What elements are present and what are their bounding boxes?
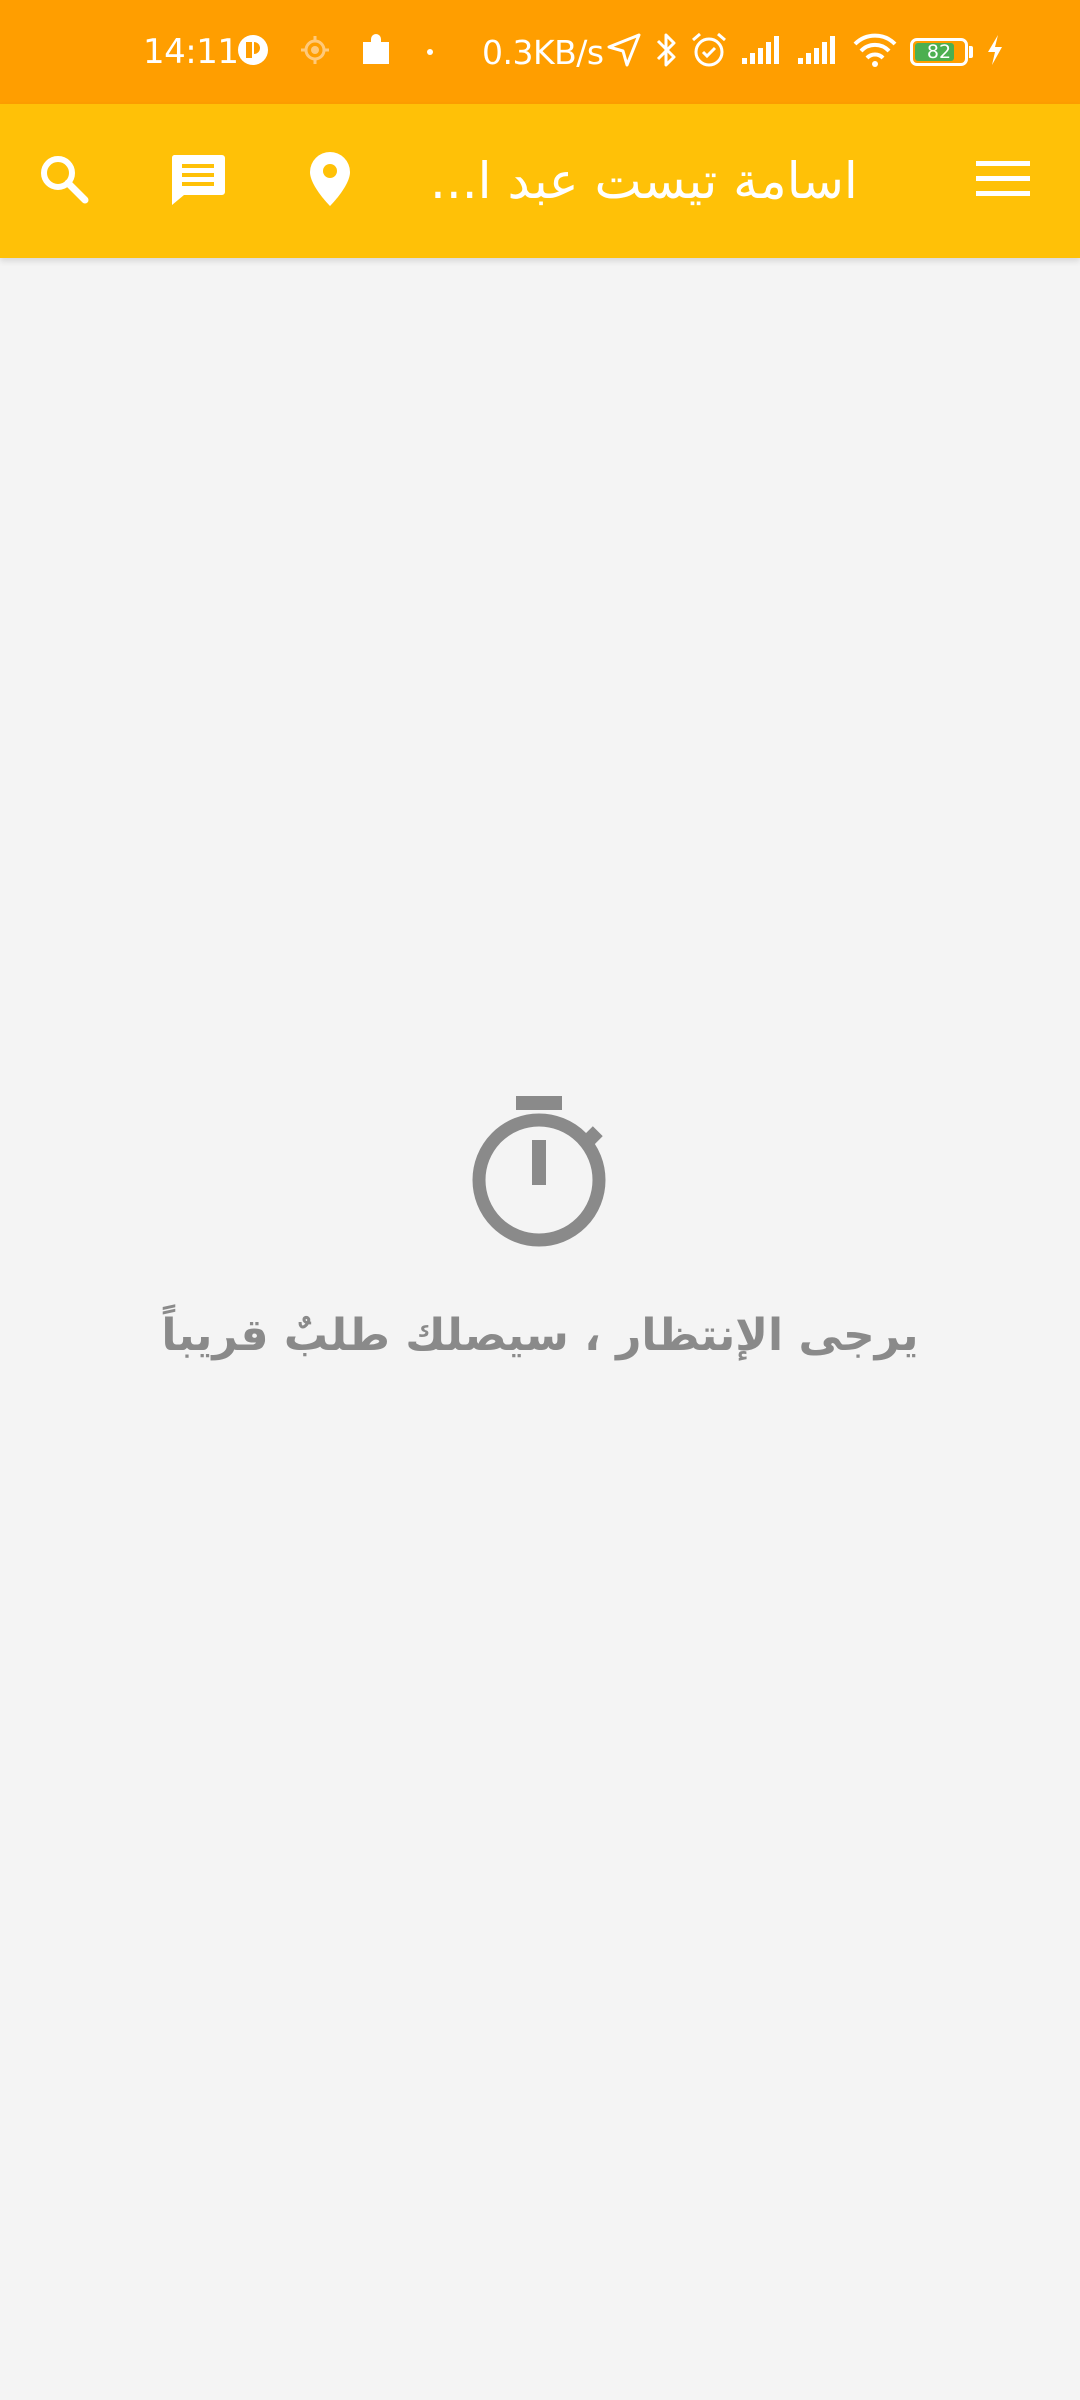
status-time: 14:11 [143, 32, 239, 72]
location-button[interactable] [280, 104, 380, 258]
stopwatch-icon [470, 1090, 610, 1254]
empty-state-message: يرجى الإنتظار ، سيصلك طلبٌ قريباً [161, 1310, 919, 1361]
battery-level: 82 [926, 41, 952, 63]
alarm-icon [690, 31, 728, 73]
status-left-icons [236, 0, 436, 104]
network-speed: 0.3KB/s [482, 32, 604, 72]
app-notification-icon [236, 33, 270, 71]
location-target-icon [300, 35, 330, 69]
bluetooth-icon [654, 31, 678, 73]
navigation-arrow-icon [606, 32, 642, 72]
signal-icon [796, 34, 840, 70]
map-pin-icon [308, 150, 352, 212]
search-button[interactable] [14, 104, 114, 258]
app-bar-title: اسامة تيست عبد ا... [430, 152, 858, 210]
wifi-icon [852, 32, 898, 72]
battery-icon: 82 [910, 38, 973, 66]
empty-state: يرجى الإنتظار ، سيصلك طلبٌ قريباً [0, 1090, 1080, 1361]
search-icon [38, 153, 90, 209]
status-bar: 14:11 0.3KB/s 82 [0, 0, 1080, 104]
signal-icon [740, 34, 784, 70]
dot-icon [424, 43, 436, 62]
charging-bolt-icon [985, 34, 1005, 70]
battery-body: 82 [910, 38, 968, 66]
chat-icon [169, 151, 227, 211]
menu-button[interactable] [953, 104, 1053, 258]
status-right-icons: 82 [606, 0, 1005, 104]
puzzle-icon [360, 32, 394, 72]
chat-button[interactable] [148, 104, 248, 258]
battery-cap [969, 46, 973, 58]
app-bar: اسامة تيست عبد ا... [0, 104, 1080, 258]
menu-icon [976, 159, 1030, 203]
